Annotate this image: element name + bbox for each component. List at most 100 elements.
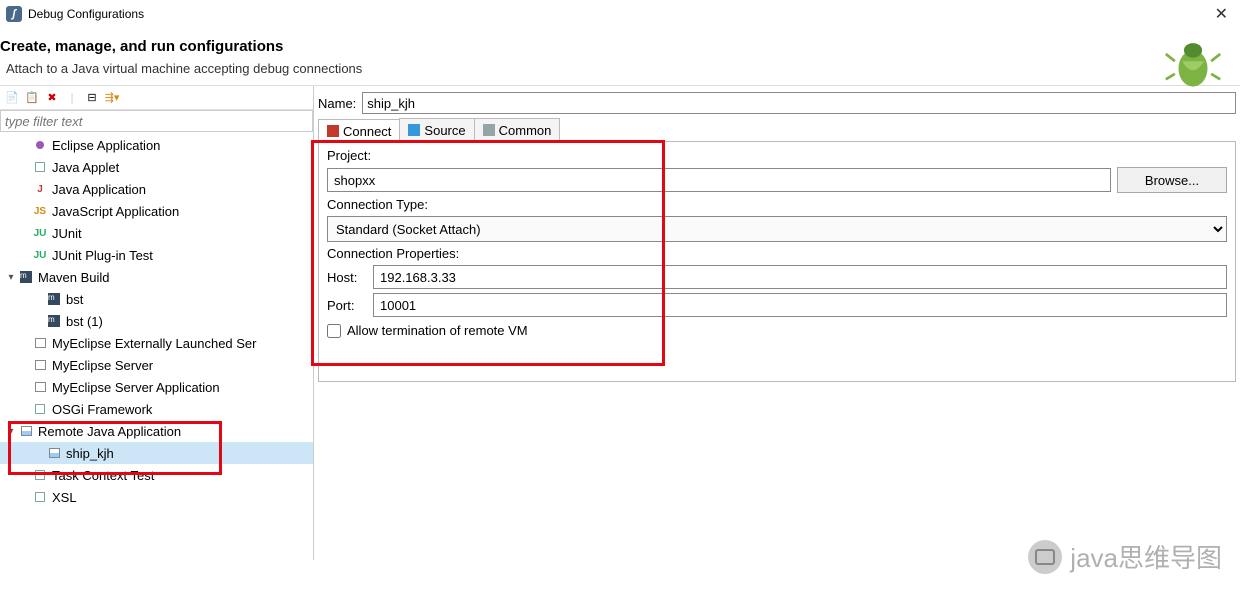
watermark-text: java思维导图 [1070,538,1222,575]
collapse-icon[interactable]: ⊟ [84,90,100,106]
tree-item-label: JavaScript Application [52,204,179,219]
tree-item-label: Java Application [52,182,146,197]
tree-item[interactable]: JU JUnit [0,222,313,244]
new-config-icon[interactable]: 📄 [4,90,20,106]
tree-item-label: ship_kjh [66,446,114,461]
tab-common[interactable]: Common [474,118,561,141]
twisty-icon[interactable]: ▾ [4,272,18,283]
tab-label: Source [424,123,465,138]
project-label: Project: [327,148,1227,163]
tab-label: Common [499,123,552,138]
tree-item-label: Remote Java Application [38,424,181,439]
tree-item-label: bst (1) [66,314,103,329]
filter-icon[interactable]: ⇶▾ [104,90,120,106]
sidebar: 📄 📋 ✖ | ⊟ ⇶▾ Eclipse Application Java App… [0,86,314,560]
connect-tab-panel: Project: Browse... Connection Type: Stan… [318,142,1236,382]
config-type-icon [32,467,48,483]
name-input[interactable] [362,92,1236,114]
tree-item[interactable]: m bst (1) [0,310,313,332]
project-input[interactable] [327,168,1111,192]
common-tab-icon [483,124,495,136]
tabs: Connect Source Common [318,118,1236,142]
port-label: Port: [327,298,367,313]
tree-item[interactable]: MyEclipse Externally Launched Ser [0,332,313,354]
host-label: Host: [327,270,367,285]
tree-item-label: MyEclipse Server Application [52,380,220,395]
watermark: java思维导图 [1028,538,1222,575]
close-icon[interactable]: ✕ [1209,4,1234,24]
tab-label: Connect [343,124,391,139]
wechat-icon [1028,540,1062,574]
tree-item-label: XSL [52,490,77,505]
config-type-icon [32,137,48,153]
config-type-icon: JU [32,225,48,241]
tree-item-label: JUnit Plug-in Test [52,248,153,263]
header: Create, manage, and run configurations A… [0,28,1240,80]
tree-item[interactable]: OSGi Framework [0,398,313,420]
allow-termination-checkbox[interactable] [327,324,341,338]
host-input[interactable] [373,265,1227,289]
tree-item[interactable]: MyEclipse Server [0,354,313,376]
name-label: Name: [318,96,356,111]
tree-item-label: OSGi Framework [52,402,152,417]
config-tree: Eclipse Application Java Applet J Java Appl… [0,132,313,560]
browse-button[interactable]: Browse... [1117,167,1227,193]
connection-type-select[interactable]: Standard (Socket Attach) [327,216,1227,242]
tree-item[interactable]: Task Context Test [0,464,313,486]
page-title: Create, manage, and run configurations [0,38,1236,55]
tree-item-label: Task Context Test [52,468,154,483]
delete-icon[interactable]: ✖ [44,90,60,106]
window-title: Debug Configurations [28,7,1209,21]
connection-type-label: Connection Type: [327,197,1227,212]
config-type-icon [32,335,48,351]
config-type-icon [32,159,48,175]
config-type-icon [32,489,48,505]
tree-item[interactable]: ▾ Remote Java Application [0,420,313,442]
tree-item[interactable]: Java Applet [0,156,313,178]
page-subtitle: Attach to a Java virtual machine accepti… [6,61,1236,76]
tree-item[interactable]: J Java Application [0,178,313,200]
config-type-icon [32,379,48,395]
twisty-icon[interactable]: ▾ [4,426,18,437]
tree-item[interactable]: JS JavaScript Application [0,200,313,222]
bug-icon [1164,34,1222,92]
config-type-icon: JU [32,247,48,263]
tab-connect[interactable]: Connect [318,119,400,142]
config-type-icon: m [46,291,62,307]
app-icon: ʃ [6,6,22,22]
source-tab-icon [408,124,420,136]
tree-item-label: Java Applet [52,160,119,175]
tree-item[interactable]: mbst [0,288,313,310]
sidebar-toolbar: 📄 📋 ✖ | ⊟ ⇶▾ [0,86,313,110]
tree-item[interactable]: JU JUnit Plug-in Test [0,244,313,266]
tree-item-label: MyEclipse Server [52,358,153,373]
config-type-icon: JS [32,203,48,219]
config-type-icon [32,401,48,417]
main-panel: Name: Connect Source Common Project: Brows… [314,86,1240,560]
filter-input[interactable] [0,110,313,132]
separator: | [64,90,80,106]
titlebar: ʃ Debug Configurations ✕ [0,0,1240,28]
config-type-icon [18,423,34,439]
tree-item[interactable]: XSL [0,486,313,508]
tree-item[interactable]: ship_kjh [0,442,313,464]
connect-tab-icon [327,125,339,137]
config-type-icon: J [32,181,48,197]
config-type-icon: m [46,313,62,329]
tree-item[interactable]: Eclipse Application [0,134,313,156]
duplicate-icon[interactable]: 📋 [24,90,40,106]
tree-item-label: Eclipse Application [52,138,160,153]
tree-item-label: Maven Build [38,270,110,285]
tree-item-label: JUnit [52,226,82,241]
config-type-icon: m [18,269,34,285]
tree-item-label: MyEclipse Externally Launched Ser [52,336,257,351]
port-input[interactable] [373,293,1227,317]
tree-item[interactable]: ▾m Maven Build [0,266,313,288]
allow-termination-label: Allow termination of remote VM [347,323,528,338]
tab-source[interactable]: Source [399,118,474,141]
connection-properties-label: Connection Properties: [327,246,1227,261]
tree-item-label: bst [66,292,83,307]
config-type-icon [46,445,62,461]
config-type-icon [32,357,48,373]
tree-item[interactable]: MyEclipse Server Application [0,376,313,398]
